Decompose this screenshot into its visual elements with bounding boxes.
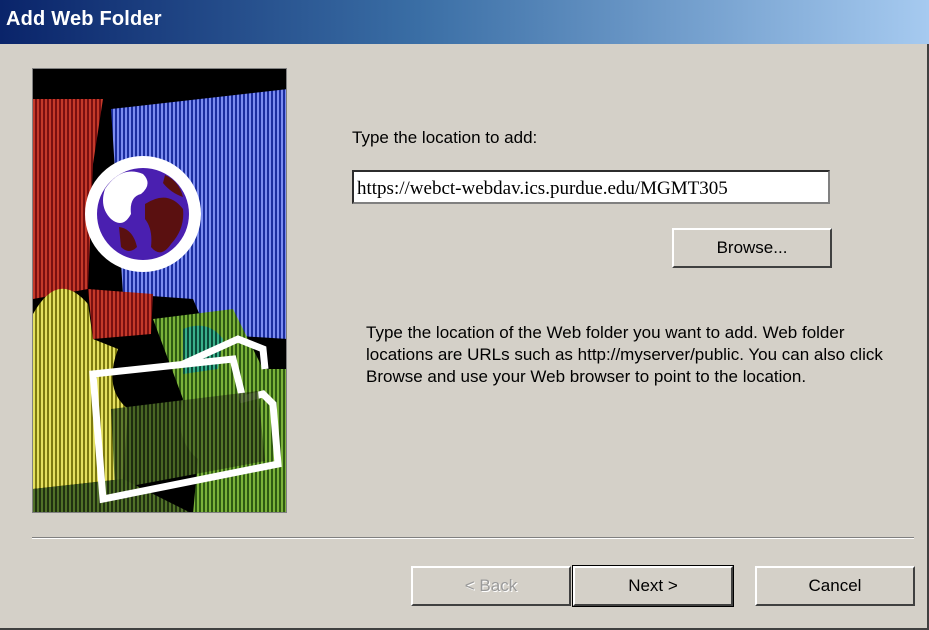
button-separator [32, 537, 914, 539]
next-button[interactable]: Next > [572, 565, 734, 607]
help-text: Type the location of the Web folder you … [366, 323, 883, 386]
cancel-button-label: Cancel [808, 576, 862, 595]
title-bar[interactable]: Add Web Folder [0, 0, 929, 44]
wizard-art-image [32, 68, 287, 513]
cancel-button[interactable]: Cancel [755, 566, 915, 606]
web-folder-wizard-art-icon [33, 69, 286, 512]
back-button[interactable]: < Back [411, 566, 571, 606]
window-title: Add Web Folder [6, 8, 162, 30]
location-prompt-label: Type the location to add: [352, 128, 538, 147]
next-button-label: Next > [628, 576, 678, 595]
location-input[interactable] [352, 170, 830, 204]
add-web-folder-dialog: Add Web Folder Type the location to add:… [0, 0, 929, 630]
browse-button[interactable]: Browse... [672, 228, 832, 268]
back-button-label: < Back [464, 576, 518, 595]
browse-button-label: Browse... [716, 238, 788, 257]
